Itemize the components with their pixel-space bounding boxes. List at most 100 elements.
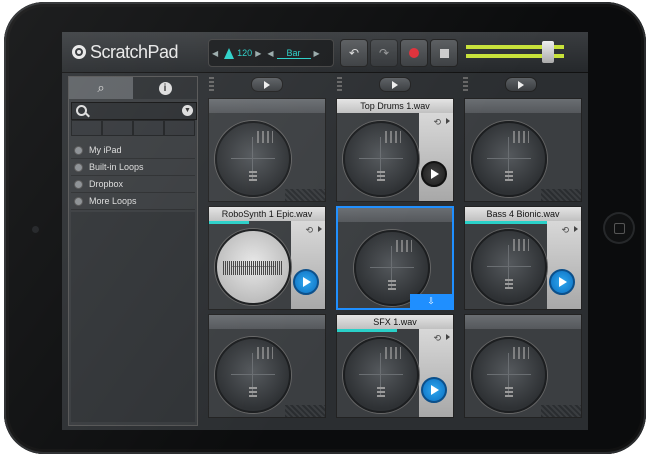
filter-cell[interactable] (102, 120, 133, 136)
cell-title (338, 208, 452, 222)
redo-button[interactable]: ↷ (370, 39, 398, 67)
stop-icon (439, 48, 449, 58)
stop-button[interactable] (430, 39, 458, 67)
tab-info[interactable]: i (133, 77, 197, 99)
drag-handle-icon[interactable] (463, 77, 468, 91)
chevron-down-icon[interactable]: ▼ (182, 105, 193, 116)
search-icon (76, 105, 87, 116)
dial-icon (215, 121, 291, 197)
playback-progress (465, 221, 555, 224)
loop-cell[interactable]: SFX 1.wav ⟲ (336, 314, 454, 418)
drop-target-icon: ⇩ (410, 294, 452, 308)
grid-value[interactable]: Bar (276, 48, 311, 59)
drag-handle-icon[interactable] (337, 77, 342, 91)
metronome-icon (224, 47, 235, 59)
loop-cell[interactable] (464, 98, 582, 202)
play-icon (392, 80, 398, 89)
cell-play-button[interactable] (549, 269, 575, 295)
play-icon (431, 169, 439, 179)
loop-cell[interactable]: RoboSynth 1 Epic.wav ⟲ (208, 206, 326, 310)
sidebar-item-built-in-loops[interactable]: Built-in Loops (71, 159, 195, 176)
cell-play-button[interactable] (421, 161, 447, 187)
loop-icon[interactable]: ⟲ (433, 117, 441, 128)
tab-browse[interactable]: ⌕ (69, 77, 133, 99)
column-play-button[interactable] (251, 77, 283, 92)
column-play-button[interactable] (505, 77, 537, 92)
app-screen: ScratchPad ◀ 120 ▶ ◀ Bar ▶ ↶ ↷ ⌕ i ▼ My … (62, 32, 588, 430)
search-bar: ▼ (71, 102, 197, 120)
dial-icon (471, 337, 547, 413)
master-level (466, 39, 584, 65)
dial-icon (343, 337, 419, 413)
cell-title: Bass 4 Bionic.wav (465, 207, 581, 221)
sidebar-tabs: ⌕ i (69, 77, 197, 99)
search-input[interactable] (88, 104, 182, 119)
filter-cell[interactable] (164, 120, 195, 136)
cell-controls: ⟲ (291, 221, 325, 309)
tempo-right-arrow-icon[interactable]: ▶ (252, 49, 264, 58)
loop-icon[interactable]: ⟲ (433, 333, 441, 344)
cell-controls: ⟲ (547, 221, 581, 309)
tempo-value[interactable]: 120 (237, 48, 252, 58)
logo-text: ScratchPad (90, 41, 179, 62)
tempo-quantize-control: ◀ 120 ▶ ◀ Bar ▶ (208, 39, 334, 67)
sidebar-item-more-loops[interactable]: More Loops (71, 193, 195, 210)
loop-grid: Top Drums 1.wav ⟲ RoboSynth 1 Epic.wav ⟲ (202, 74, 582, 426)
browser-sidebar: ⌕ i ▼ My iPad Built-in Loops Dropbox Mor… (68, 76, 198, 426)
play-icon (431, 385, 439, 395)
source-icon (74, 162, 83, 172)
camera (32, 226, 39, 233)
info-icon: i (158, 81, 172, 95)
loop-cell[interactable] (464, 314, 582, 418)
loop-icon[interactable]: ⟲ (561, 225, 569, 236)
tempo-left-arrow-icon[interactable]: ◀ (209, 49, 221, 58)
play-icon (303, 277, 311, 287)
source-list: My iPad Built-in Loops Dropbox More Loop… (71, 142, 195, 210)
cell-controls: ⟲ (419, 329, 453, 417)
filter-cell[interactable] (71, 120, 102, 136)
playback-progress (209, 221, 249, 224)
cell-title (209, 99, 325, 113)
column-header (206, 74, 328, 94)
home-button[interactable] (605, 214, 633, 242)
expand-arrow-icon[interactable] (446, 334, 450, 340)
filter-cell[interactable] (133, 120, 164, 136)
loop-cell-selected[interactable]: ⇩ (336, 206, 454, 310)
expand-arrow-icon[interactable] (574, 226, 578, 232)
loop-cell[interactable] (208, 314, 326, 418)
undo-button[interactable]: ↶ (340, 39, 368, 67)
redo-icon: ↷ (378, 46, 390, 60)
loop-cell[interactable] (208, 98, 326, 202)
sidebar-item-my-ipad[interactable]: My iPad (71, 142, 195, 159)
master-volume-fader[interactable] (542, 41, 554, 63)
sidebar-item-label: Built-in Loops (89, 162, 144, 172)
grid-right-arrow-icon[interactable]: ▶ (311, 49, 323, 58)
expand-arrow-icon[interactable] (446, 118, 450, 124)
drag-handle-icon[interactable] (209, 77, 214, 91)
logo-icon (72, 45, 86, 59)
loop-icon[interactable]: ⟲ (305, 225, 313, 236)
column-header (334, 74, 456, 94)
dial-icon (215, 337, 291, 413)
loop-cell[interactable]: Bass 4 Bionic.wav ⟲ (464, 206, 582, 310)
cell-title (465, 315, 581, 329)
cell-play-button[interactable] (293, 269, 319, 295)
app-logo: ScratchPad (72, 41, 179, 63)
grid-left-arrow-icon[interactable]: ◀ (264, 49, 276, 58)
sidebar-item-dropbox[interactable]: Dropbox (71, 176, 195, 193)
ipad-device: ScratchPad ◀ 120 ▶ ◀ Bar ▶ ↶ ↷ ⌕ i ▼ My … (4, 2, 646, 454)
undo-icon: ↶ (348, 46, 360, 60)
source-icon (74, 145, 83, 155)
loop-cell[interactable]: Top Drums 1.wav ⟲ (336, 98, 454, 202)
column-play-button[interactable] (379, 77, 411, 92)
record-button[interactable] (400, 39, 428, 67)
sidebar-item-label: More Loops (89, 196, 137, 206)
cell-controls: ⟲ (419, 113, 453, 201)
cell-play-button[interactable] (421, 377, 447, 403)
top-toolbar: ScratchPad ◀ 120 ▶ ◀ Bar ▶ ↶ ↷ (62, 32, 588, 73)
cell-title: SFX 1.wav (337, 315, 453, 329)
cell-title (209, 315, 325, 329)
play-icon (264, 80, 270, 89)
expand-arrow-icon[interactable] (318, 226, 322, 232)
dial-icon (471, 121, 547, 197)
